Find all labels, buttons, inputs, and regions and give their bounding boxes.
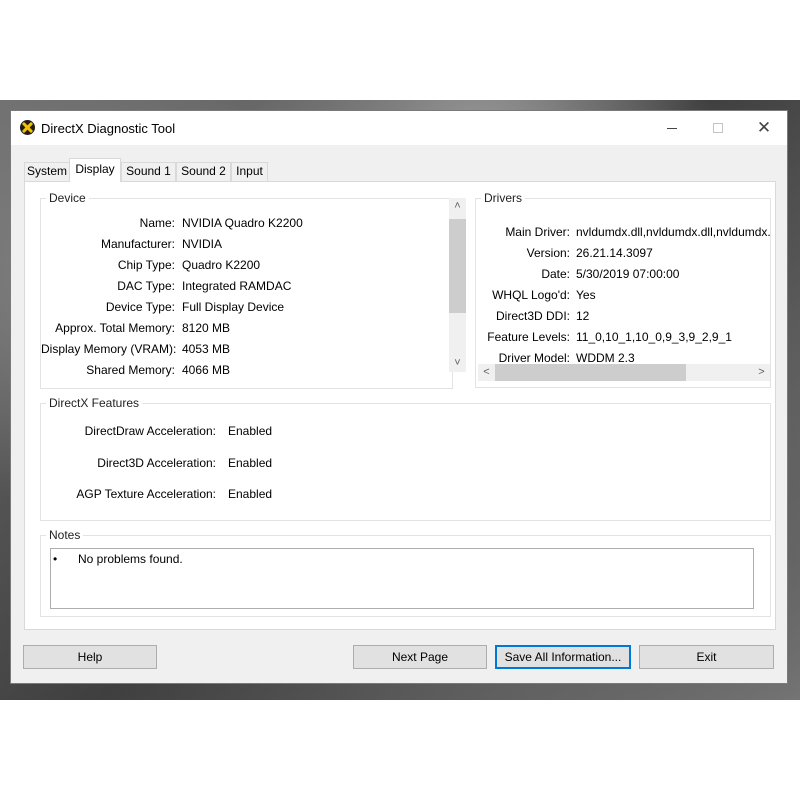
help-button[interactable]: Help — [23, 645, 157, 669]
next-page-button[interactable]: Next Page — [353, 645, 487, 669]
notes-group-label: Notes — [46, 528, 84, 542]
title-bar: DirectX Diagnostic Tool ✕ — [11, 111, 787, 145]
scroll-down-arrow-icon[interactable]: ˅ — [449, 355, 466, 372]
minimize-icon — [667, 127, 677, 129]
feature-row: DirectDraw Acceleration: Enabled — [41, 423, 441, 439]
device-row: Approx. Total Memory: 8120 MB — [41, 320, 441, 336]
scroll-right-arrow-icon[interactable]: > — [753, 364, 770, 381]
driver-row: Version: 26.21.14.3097 — [476, 245, 770, 261]
device-row-value: 8120 MB — [182, 321, 231, 335]
feature-row-value: Enabled — [228, 456, 273, 470]
directx-features-group: DirectX Features DirectDraw Acceleration… — [40, 396, 771, 521]
driver-row-label: Direct3D DDI: — [495, 309, 570, 323]
feature-row-value: Enabled — [228, 424, 273, 438]
driver-row: Feature Levels: 11_0,10_1,10_0,9_3,9_2,9… — [476, 329, 770, 345]
device-group-label: Device — [46, 191, 89, 205]
drivers-scroll-thumb[interactable] — [495, 364, 686, 381]
device-row-label: Shared Memory: — [86, 363, 175, 377]
driver-row-label: Feature Levels: — [487, 330, 570, 344]
minimize-button[interactable] — [649, 111, 695, 145]
dxdiag-window: DirectX Diagnostic Tool ✕ System Display… — [10, 110, 788, 684]
exit-button[interactable]: Exit — [639, 645, 774, 669]
driver-row-value: 11_0,10_1,10_0,9_3,9_2,9_1 — [576, 330, 732, 344]
window-title: DirectX Diagnostic Tool — [41, 121, 176, 136]
feature-row-value: Enabled — [228, 487, 273, 501]
drivers-group: Drivers Main Driver: nvldumdx.dll,nvldum… — [475, 191, 771, 388]
device-scroll-thumb[interactable] — [449, 219, 466, 313]
directx-icon — [20, 120, 35, 135]
maximize-button[interactable] — [695, 111, 741, 145]
driver-row: WHQL Logo'd: Yes — [476, 287, 770, 303]
close-button[interactable]: ✕ — [741, 111, 787, 145]
notes-group: Notes • No problems found. — [40, 528, 771, 617]
feature-row-label: AGP Texture Acceleration: — [76, 487, 216, 501]
device-row: Name: NVIDIA Quadro K2200 — [41, 215, 441, 231]
device-row-label: Name: — [139, 216, 175, 230]
scroll-up-arrow-icon[interactable]: ˄ — [449, 198, 466, 215]
driver-row-value: nvldumdx.dll,nvldumdx.dll,nvldumdx.d — [576, 225, 770, 239]
notes-textbox[interactable]: • No problems found. — [50, 548, 754, 609]
driver-row-value: 5/30/2019 07:00:00 — [576, 267, 680, 281]
device-vertical-scrollbar[interactable]: ˄ ˅ — [449, 198, 466, 372]
driver-row-value: Yes — [576, 288, 596, 302]
device-row-value: NVIDIA Quadro K2200 — [182, 216, 303, 230]
device-row: Display Memory (VRAM): 4053 MB — [41, 341, 441, 357]
device-group: Device Name: NVIDIA Quadro K2200 Manufac… — [40, 191, 453, 389]
driver-row-label: Version: — [526, 246, 570, 260]
driver-row-value: 26.21.14.3097 — [576, 246, 653, 260]
save-all-information-button[interactable]: Save All Information... — [495, 645, 631, 669]
directx-features-group-label: DirectX Features — [46, 396, 143, 410]
tab-sound-1[interactable]: Sound 1 — [121, 162, 176, 181]
close-icon: ✕ — [756, 118, 772, 137]
maximize-icon — [713, 123, 723, 134]
device-row-label: Device Type: — [105, 300, 175, 314]
driver-row: Date: 5/30/2019 07:00:00 — [476, 266, 770, 282]
device-row-value: 4066 MB — [182, 363, 231, 377]
device-row-value: Full Display Device — [182, 300, 285, 314]
device-row-label: Chip Type: — [117, 258, 175, 272]
tab-input[interactable]: Input — [231, 162, 268, 181]
note-bullet: • — [53, 552, 58, 566]
note-item: No problems found. — [78, 552, 183, 566]
display-tab-panel: Device Name: NVIDIA Quadro K2200 Manufac… — [24, 181, 776, 630]
driver-row: Direct3D DDI: 12 — [476, 308, 770, 324]
device-row: Shared Memory: 4066 MB — [41, 362, 441, 378]
tab-display[interactable]: Display — [69, 158, 121, 182]
drivers-horizontal-scrollbar[interactable]: < > — [478, 364, 770, 381]
tab-sound-2[interactable]: Sound 2 — [176, 162, 231, 181]
device-row-label: Approx. Total Memory: — [55, 321, 175, 335]
device-row: Chip Type: Quadro K2200 — [41, 257, 441, 273]
scroll-left-arrow-icon[interactable]: < — [478, 364, 495, 381]
feature-row: Direct3D Acceleration: Enabled — [41, 455, 441, 471]
tab-system[interactable]: System — [24, 162, 70, 181]
device-row: Manufacturer: NVIDIA — [41, 236, 441, 252]
device-row: DAC Type: Integrated RAMDAC — [41, 278, 441, 294]
feature-row-label: DirectDraw Acceleration: — [84, 424, 216, 438]
feature-row-label: Direct3D Acceleration: — [97, 456, 216, 470]
device-row-value: 4053 MB — [182, 342, 231, 356]
device-row-label: DAC Type: — [117, 279, 175, 293]
driver-row-label: WHQL Logo'd: — [492, 288, 570, 302]
device-row-value: Quadro K2200 — [182, 258, 261, 272]
device-row-value: NVIDIA — [182, 237, 223, 251]
feature-row: AGP Texture Acceleration: Enabled — [41, 486, 441, 502]
driver-row: Main Driver: nvldumdx.dll,nvldumdx.dll,n… — [476, 224, 770, 240]
driver-row-label: Main Driver: — [505, 225, 570, 239]
device-row: Device Type: Full Display Device — [41, 299, 441, 315]
driver-row-label: Date: — [541, 267, 570, 281]
device-row-label: Display Memory (VRAM): — [41, 342, 177, 356]
device-row-value: Integrated RAMDAC — [182, 279, 292, 293]
driver-row-value: 12 — [576, 309, 590, 323]
drivers-group-label: Drivers — [481, 191, 525, 205]
device-row-label: Manufacturer: — [100, 237, 175, 251]
